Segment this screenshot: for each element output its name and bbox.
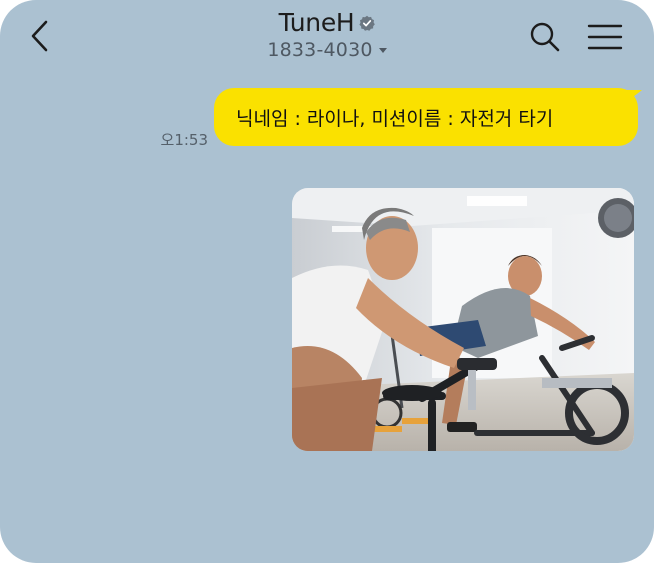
message-text: 닉네임 : 라이나, 미션이름 : 자전거 타기: [236, 107, 554, 130]
menu-button[interactable]: [587, 22, 623, 52]
hamburger-menu-icon: [587, 24, 623, 50]
chat-screen: TuneH 1833-4030 오1:53 닉네임 : 라이나, 미션이름: …: [0, 0, 654, 563]
image-message[interactable]: [292, 188, 634, 451]
phone-number-dropdown[interactable]: 1833-4030: [267, 39, 387, 61]
caret-down-icon: [378, 47, 387, 53]
search-icon: [530, 22, 560, 52]
phone-number: 1833-4030: [267, 39, 373, 61]
photo-spin-bike-class: [292, 188, 634, 451]
search-button[interactable]: [528, 20, 562, 54]
chat-title: TuneH: [278, 8, 355, 37]
message-time: 오1:53: [160, 131, 208, 149]
verified-badge-icon: [359, 15, 376, 31]
message-bubble[interactable]: 닉네임 : 라이나, 미션이름 : 자전거 타기: [214, 88, 638, 146]
